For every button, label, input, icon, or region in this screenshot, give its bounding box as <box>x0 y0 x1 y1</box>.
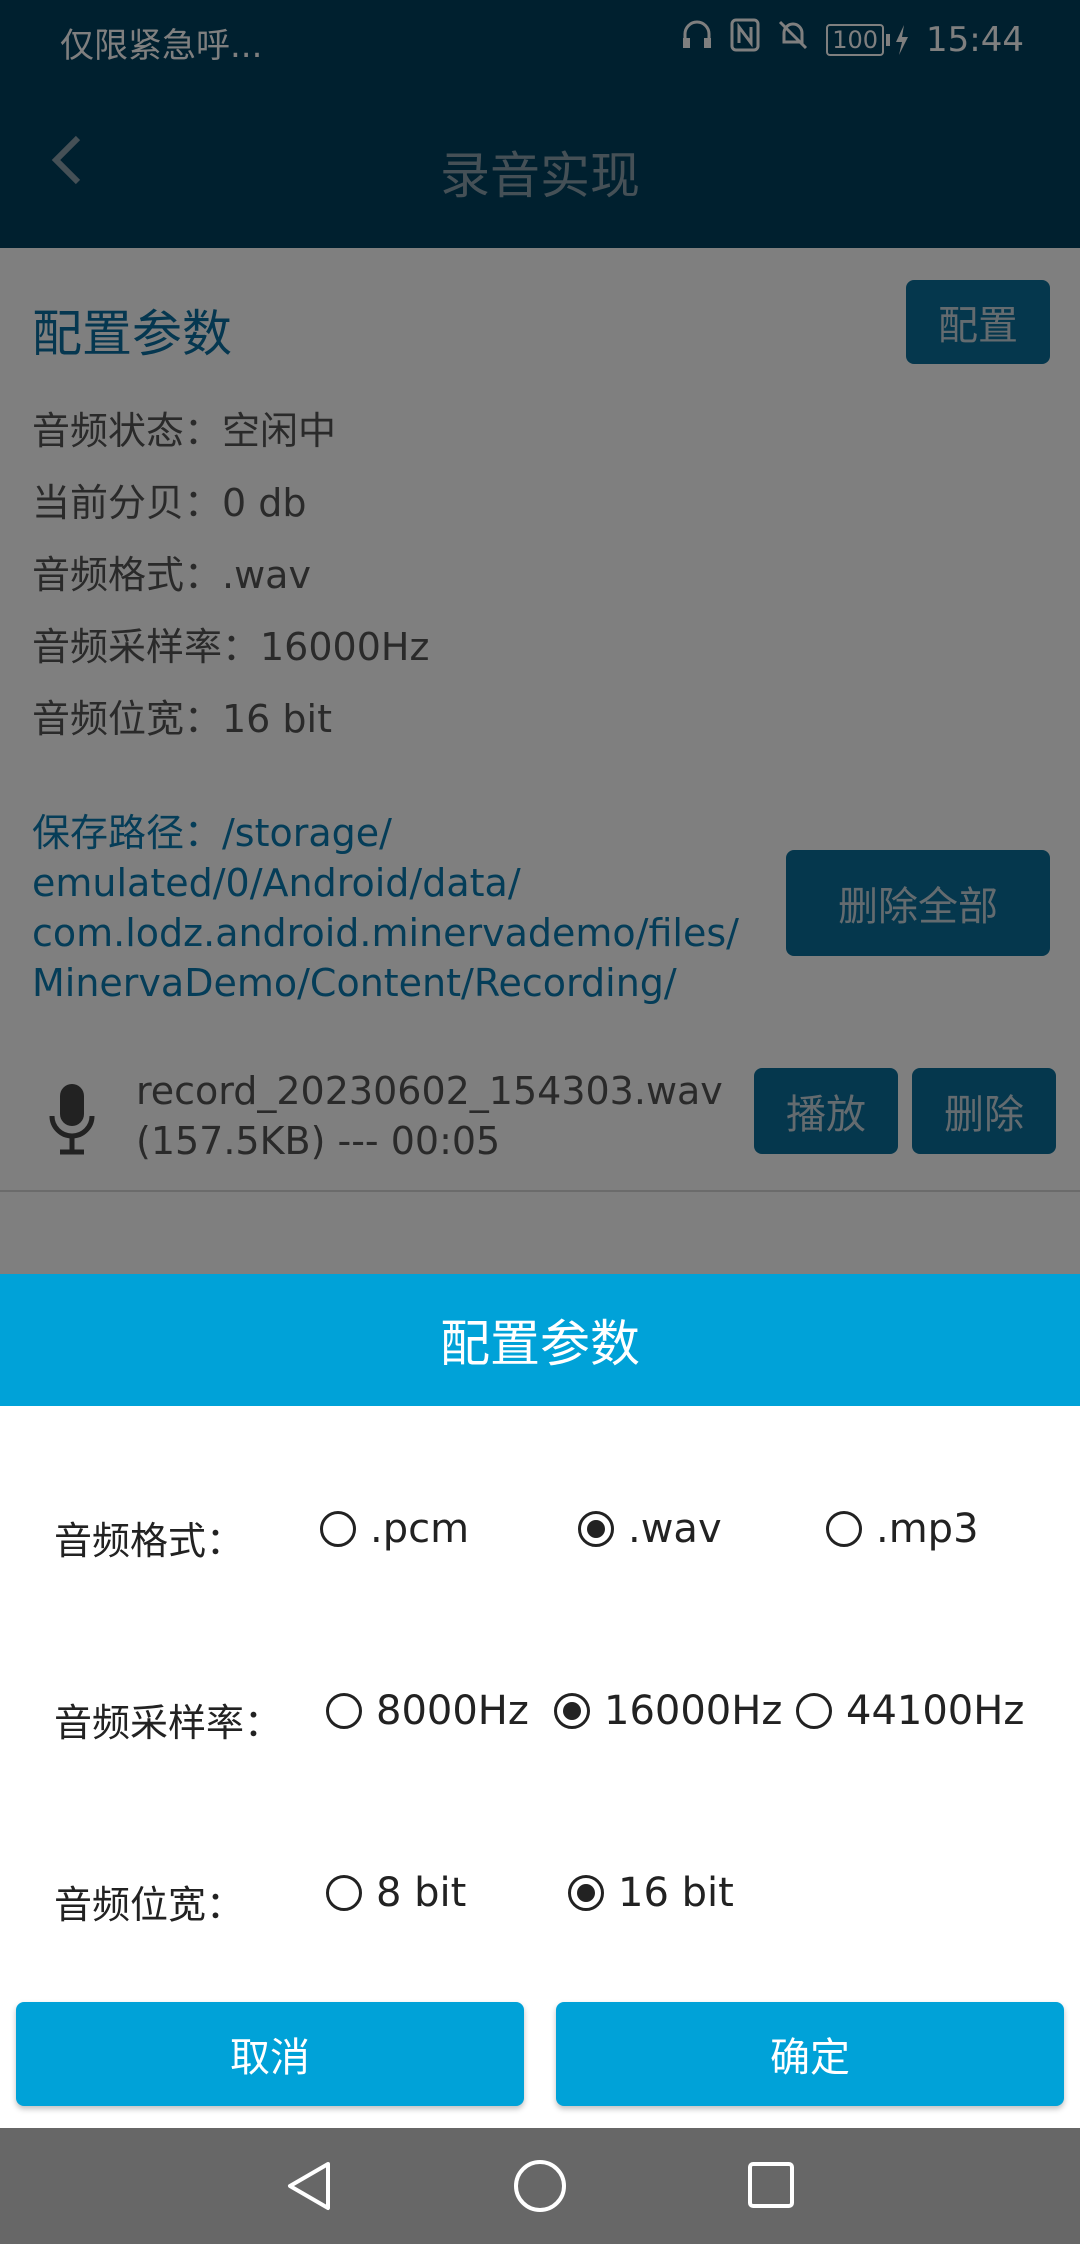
radio-wav[interactable]: .wav <box>578 1506 722 1552</box>
radio-mp3[interactable]: .mp3 <box>826 1506 979 1552</box>
confirm-button[interactable]: 确定 <box>556 2002 1064 2106</box>
radio-circle <box>826 1511 862 1547</box>
radio-label: 16 bit <box>618 1870 734 1916</box>
dialog-title: 配置参数 <box>0 1274 1080 1406</box>
radio-label: 8000Hz <box>376 1688 529 1734</box>
radio-circle <box>796 1693 832 1729</box>
radio-circle <box>326 1875 362 1911</box>
radio-label: .wav <box>628 1506 722 1552</box>
radio-circle <box>320 1511 356 1547</box>
radio-44100hz[interactable]: 44100Hz <box>796 1688 1024 1734</box>
dialog-scrim[interactable] <box>0 0 1080 1274</box>
radio-circle <box>578 1511 614 1547</box>
bit-width-label: 音频位宽： <box>54 1883 245 1927</box>
radio-pcm[interactable]: .pcm <box>320 1506 469 1552</box>
format-label: 音频格式： <box>54 1519 245 1563</box>
radio-label: 44100Hz <box>846 1688 1025 1734</box>
nav-back-icon[interactable] <box>284 2160 336 2216</box>
radio-label: 16000Hz <box>604 1688 783 1734</box>
nav-home-icon[interactable] <box>512 2158 568 2218</box>
radio-label: .mp3 <box>876 1506 979 1552</box>
radio-16000hz[interactable]: 16000Hz <box>554 1688 782 1734</box>
radio-16bit[interactable]: 16 bit <box>568 1870 734 1916</box>
cancel-button[interactable]: 取消 <box>16 2002 524 2106</box>
radio-8000hz[interactable]: 8000Hz <box>326 1688 529 1734</box>
navigation-bar <box>0 2128 1080 2244</box>
radio-circle <box>554 1693 590 1729</box>
config-dialog: 音频格式： .pcm .wav .mp3 音频采样率： 8000Hz 16000… <box>0 1406 1080 2128</box>
radio-circle <box>568 1875 604 1911</box>
radio-label: .pcm <box>370 1506 470 1552</box>
radio-circle <box>326 1693 362 1729</box>
sample-rate-label: 音频采样率： <box>54 1701 283 1745</box>
radio-8bit[interactable]: 8 bit <box>326 1870 466 1916</box>
nav-recents-icon[interactable] <box>746 2160 796 2214</box>
radio-label: 8 bit <box>376 1870 467 1916</box>
